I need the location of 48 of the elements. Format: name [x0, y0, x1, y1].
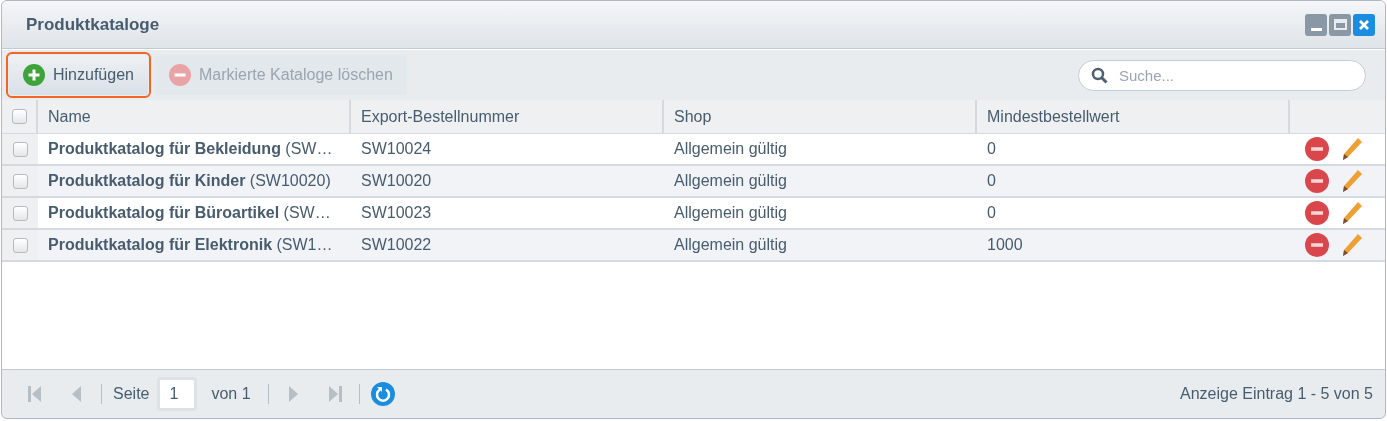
column-header[interactable]: Mindestbestellwert — [987, 104, 1120, 129]
table-cell-text: Allgemein gültig — [674, 203, 787, 223]
column-header[interactable]: Name — [48, 104, 91, 129]
column-header[interactable]: Shop — [674, 104, 712, 129]
toolbar-button[interactable]: Hinzufügen — [9, 55, 148, 95]
delete-icon[interactable] — [1305, 137, 1329, 161]
table-cell-text: Allgemein gültig — [674, 235, 787, 255]
pencil-icon[interactable] — [1341, 137, 1363, 161]
checkbox[interactable] — [12, 173, 28, 189]
checkbox[interactable] — [11, 109, 27, 124]
table-cell-text: SW10020 — [361, 171, 432, 191]
table-cell-text: Produktkatalog für Kinder (SW10020) — [48, 171, 331, 191]
page-label: Seite — [113, 384, 150, 404]
pencil-icon[interactable] — [1341, 201, 1363, 225]
checkbox[interactable] — [12, 205, 28, 221]
page-count: von 1 — [211, 384, 251, 404]
minus-icon — [168, 64, 191, 86]
table-cell-text: 0 — [987, 139, 996, 159]
table-cell-text: SW10022 — [361, 235, 432, 255]
checkbox[interactable] — [12, 237, 28, 253]
table-cell-text: Allgemein gültig — [674, 139, 787, 159]
table-cell-text: Produktkatalog für Büroartikel (SW… — [48, 203, 331, 223]
plus-icon — [23, 64, 45, 86]
close-button[interactable] — [1353, 13, 1375, 36]
window-title: Produktkataloge — [26, 13, 160, 36]
search-field[interactable]: Suche... — [1078, 59, 1366, 91]
delete-icon[interactable] — [1305, 233, 1329, 257]
pencil-icon[interactable] — [1341, 233, 1363, 257]
table-cell-text: 1000 — [987, 235, 1023, 255]
paging-summary: Anzeige Eintrag 1 - 5 von 5 — [1180, 384, 1373, 404]
maximize-button[interactable] — [1329, 13, 1351, 36]
table-cell-text: SW10024 — [361, 139, 432, 159]
pencil-icon[interactable] — [1341, 169, 1363, 193]
checkbox[interactable] — [12, 141, 28, 157]
page-field[interactable]: 1 — [157, 377, 198, 411]
close-icon — [1358, 18, 1370, 31]
table-cell-text: SW10023 — [361, 203, 432, 223]
search-icon — [1091, 66, 1108, 84]
column-header[interactable]: Export-Bestellnummer — [361, 104, 520, 129]
refresh-icon[interactable] — [370, 382, 395, 406]
table-cell-text: Produktkatalog für Bekleidung (SW… — [48, 139, 333, 159]
minimize-button[interactable] — [1305, 13, 1327, 36]
delete-icon[interactable] — [1305, 169, 1329, 193]
table-cell-text: Allgemein gültig — [674, 171, 787, 191]
delete-icon[interactable] — [1305, 201, 1329, 225]
table-cell-text: 0 — [987, 203, 996, 223]
table-cell-text: 0 — [987, 171, 996, 191]
table-cell-text: Produktkatalog für Elektronik (SW1… — [48, 235, 333, 255]
